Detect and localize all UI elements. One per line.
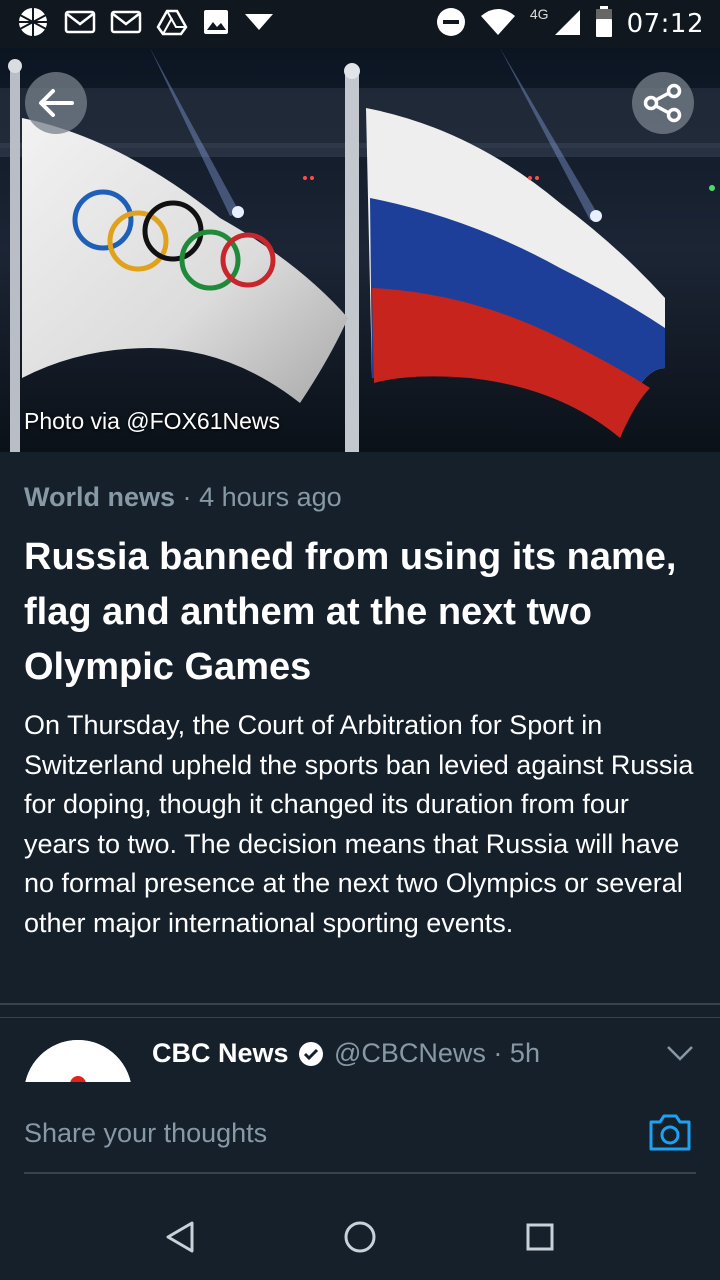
nav-home-button[interactable]	[335, 1212, 385, 1262]
article-meta: World news · 4 hours ago	[24, 482, 342, 513]
input-underline	[24, 1172, 696, 1174]
embedded-tweet[interactable]: CBC News @CBCNews · 5h	[0, 1018, 720, 1082]
meta-separator: ·	[182, 482, 192, 512]
comment-input[interactable]: Share your thoughts	[24, 1118, 267, 1149]
dropdown-icon	[244, 12, 274, 37]
share-icon	[643, 83, 682, 123]
circle-home-icon	[344, 1221, 376, 1253]
article-headline: Russia banned from using its name, flag …	[24, 536, 677, 688]
verified-icon	[298, 1041, 324, 1072]
gmail-icon	[64, 9, 96, 40]
system-nav-bar	[0, 1192, 720, 1280]
grid-globe-icon	[16, 5, 50, 44]
back-arrow-icon	[39, 89, 74, 117]
tweet-author[interactable]: CBC News	[152, 1038, 289, 1069]
photo-credit: Photo via @FOX61News	[24, 408, 281, 434]
section-divider	[0, 1003, 720, 1005]
article-category[interactable]: World news	[24, 482, 175, 512]
wifi-icon	[480, 8, 516, 41]
avatar[interactable]	[24, 1040, 132, 1082]
flags-photo	[0, 48, 720, 452]
article-summary: On Thursday, the Court of Arbitration fo…	[24, 710, 694, 938]
image-icon	[202, 8, 230, 41]
triangle-back-icon	[166, 1221, 194, 1253]
status-bar: 4G 07:12	[0, 0, 720, 48]
comment-composer: Share your thoughts	[0, 1082, 720, 1192]
battery-icon	[595, 5, 613, 43]
nav-recents-button[interactable]	[515, 1212, 565, 1262]
notification-icons	[16, 5, 274, 44]
system-icons: 4G 07:12	[436, 5, 704, 43]
share-button[interactable]	[632, 72, 694, 134]
square-recents-icon	[526, 1223, 554, 1251]
tweet-menu-button[interactable]	[666, 1044, 694, 1067]
clock: 07:12	[626, 9, 704, 39]
camera-button[interactable]	[648, 1112, 692, 1157]
back-button[interactable]	[25, 72, 87, 134]
gmail-icon	[110, 9, 142, 40]
article-hero-image: Photo via @FOX61News	[0, 48, 720, 452]
signal-icon	[553, 8, 581, 41]
nav-back-button[interactable]	[155, 1212, 205, 1262]
article-time: 4 hours ago	[199, 482, 342, 512]
chevron-down-icon	[667, 1046, 693, 1061]
dnd-icon	[436, 7, 466, 42]
camera-icon	[649, 1114, 691, 1151]
network-type-label: 4G	[529, 6, 549, 22]
drive-icon	[156, 8, 188, 41]
cbc-logo-icon	[24, 1040, 132, 1082]
tweet-handle[interactable]: @CBCNews · 5h	[334, 1038, 540, 1069]
